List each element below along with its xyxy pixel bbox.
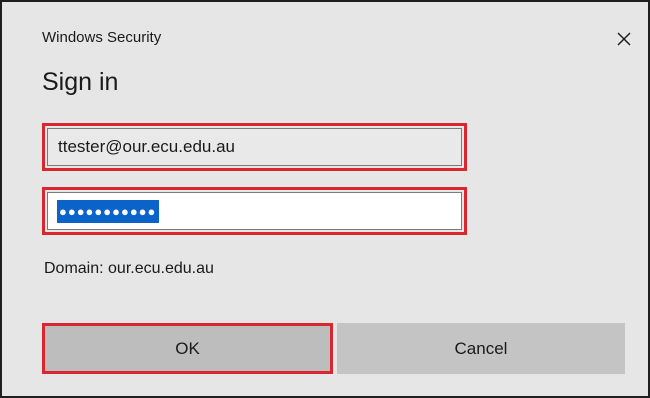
windows-security-dialog: Windows Security Sign in ttester@our.ecu… <box>0 0 650 398</box>
sign-in-heading: Sign in <box>42 68 119 96</box>
domain-label: Domain: our.ecu.edu.au <box>44 260 214 277</box>
username-field-highlight: ttester@our.ecu.edu.au <box>42 123 467 171</box>
password-field-highlight: ●●●●●●●●●●● <box>42 187 467 235</box>
username-field[interactable]: ttester@our.ecu.edu.au <box>47 128 462 166</box>
cancel-button-label: Cancel <box>454 338 508 358</box>
close-icon <box>617 32 631 46</box>
cancel-button[interactable]: Cancel <box>337 323 625 374</box>
window-title: Windows Security <box>42 29 162 46</box>
username-value: ttester@our.ecu.edu.au <box>58 137 235 156</box>
close-button[interactable] <box>608 24 640 54</box>
ok-button-label: OK <box>175 338 200 358</box>
password-masked-value: ●●●●●●●●●●● <box>57 199 160 223</box>
password-field[interactable]: ●●●●●●●●●●● <box>47 192 462 230</box>
ok-button[interactable]: OK <box>42 323 333 374</box>
